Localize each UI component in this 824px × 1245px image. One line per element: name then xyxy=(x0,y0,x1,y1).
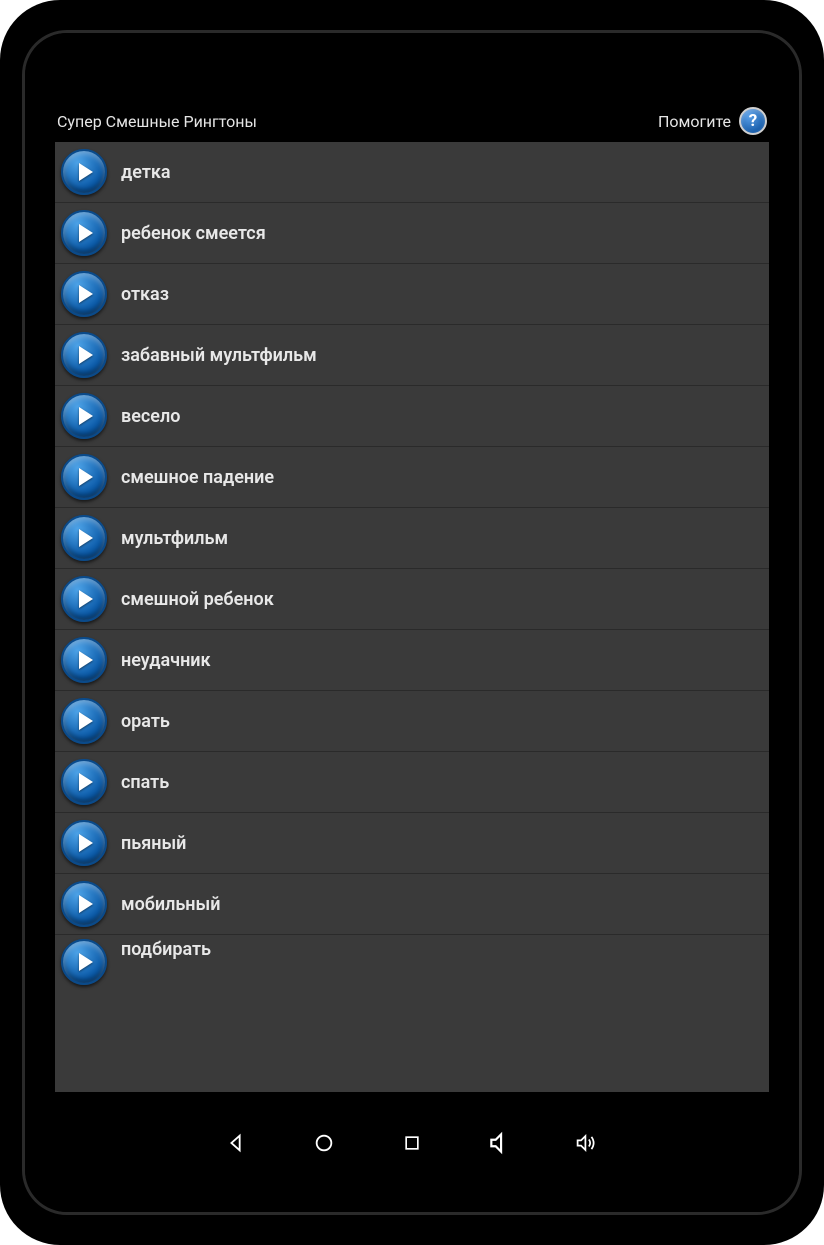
play-button[interactable] xyxy=(61,637,107,683)
play-button[interactable] xyxy=(61,210,107,256)
play-icon xyxy=(79,224,93,242)
ringtone-label: ребенок смеется xyxy=(121,223,266,244)
play-icon xyxy=(79,651,93,669)
list-item[interactable]: смешное падение xyxy=(55,447,769,508)
ringtone-label: смешной ребенок xyxy=(121,589,274,610)
ringtone-label: весело xyxy=(121,406,180,427)
play-button[interactable] xyxy=(61,939,107,985)
play-button[interactable] xyxy=(61,759,107,805)
play-button[interactable] xyxy=(61,820,107,866)
play-icon xyxy=(79,407,93,425)
play-icon xyxy=(79,163,93,181)
list-item[interactable]: детка xyxy=(55,142,769,203)
list-item[interactable]: мультфильм xyxy=(55,508,769,569)
play-icon xyxy=(79,895,93,913)
ringtone-label: пьяный xyxy=(121,833,186,854)
play-icon xyxy=(79,529,93,547)
home-icon[interactable] xyxy=(311,1130,337,1156)
play-icon xyxy=(79,285,93,303)
app-header: Супер Смешные Рингтоны Помогите ? xyxy=(55,108,769,142)
list-item[interactable]: орать xyxy=(55,691,769,752)
list-item[interactable]: спать xyxy=(55,752,769,813)
back-icon[interactable] xyxy=(223,1130,249,1156)
list-item[interactable]: отказ xyxy=(55,264,769,325)
ringtone-label: спать xyxy=(121,772,169,793)
play-icon xyxy=(79,590,93,608)
system-navbar xyxy=(25,1092,799,1212)
play-button[interactable] xyxy=(61,698,107,744)
ringtone-label: мобильный xyxy=(121,894,220,915)
help-icon: ? xyxy=(739,107,767,135)
play-icon xyxy=(79,953,93,971)
play-button[interactable] xyxy=(61,515,107,561)
ringtone-label: мультфильм xyxy=(121,528,228,549)
ringtone-label: смешное падение xyxy=(121,467,274,488)
app-title: Супер Смешные Рингтоны xyxy=(57,112,257,131)
ringtone-label: неудачник xyxy=(121,650,211,671)
play-button[interactable] xyxy=(61,271,107,317)
ringtone-label: орать xyxy=(121,711,170,732)
play-icon xyxy=(79,468,93,486)
ringtone-label: подбирать xyxy=(121,939,211,960)
play-icon xyxy=(79,346,93,364)
list-item[interactable]: неудачник xyxy=(55,630,769,691)
help-label: Помогите xyxy=(658,112,731,131)
list-item[interactable]: подбирать xyxy=(55,935,769,987)
play-button[interactable] xyxy=(61,393,107,439)
play-icon xyxy=(79,773,93,791)
ringtone-label: забавный мультфильм xyxy=(121,345,317,366)
play-icon xyxy=(79,834,93,852)
list-item[interactable]: забавный мультфильм xyxy=(55,325,769,386)
play-button[interactable] xyxy=(61,149,107,195)
play-button[interactable] xyxy=(61,881,107,927)
ringtone-label: детка xyxy=(121,162,171,183)
recent-icon[interactable] xyxy=(399,1130,425,1156)
device-frame: Супер Смешные Рингтоны Помогите ? детка … xyxy=(0,0,824,1245)
ringtone-label: отказ xyxy=(121,284,169,305)
play-button[interactable] xyxy=(61,454,107,500)
device-inner: Супер Смешные Рингтоны Помогите ? детка … xyxy=(22,30,802,1215)
list-item[interactable]: весело xyxy=(55,386,769,447)
list-item[interactable]: смешной ребенок xyxy=(55,569,769,630)
play-button[interactable] xyxy=(61,332,107,378)
list-item[interactable]: мобильный xyxy=(55,874,769,935)
help-button[interactable]: Помогите ? xyxy=(658,107,767,135)
play-icon xyxy=(79,712,93,730)
app-screen: Супер Смешные Рингтоны Помогите ? детка … xyxy=(25,33,799,1092)
volume-up-icon[interactable] xyxy=(575,1130,601,1156)
list-item[interactable]: пьяный xyxy=(55,813,769,874)
volume-down-icon[interactable] xyxy=(487,1130,513,1156)
list-item[interactable]: ребенок смеется xyxy=(55,203,769,264)
play-button[interactable] xyxy=(61,576,107,622)
ringtone-list[interactable]: детка ребенок смеется отказ забавный мул… xyxy=(55,142,769,1092)
